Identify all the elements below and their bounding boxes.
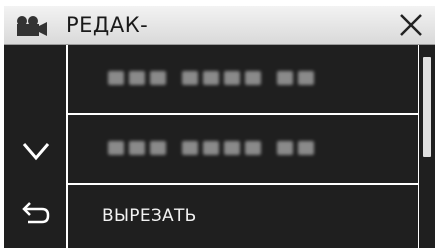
- video-camera-icon: [14, 14, 60, 38]
- menu-item-2[interactable]: [68, 115, 418, 183]
- close-button[interactable]: [397, 11, 425, 39]
- side-nav: [4, 45, 66, 248]
- screen: РЕДАК- ВЫРЕЗАТЬ: [0, 0, 441, 248]
- header-bar: РЕДАК-: [4, 6, 435, 45]
- close-icon: [400, 14, 422, 36]
- menu-list: ВЫРЕЗАТЬ: [68, 45, 418, 248]
- menu-item-label: ВЫРЕЗАТЬ: [102, 206, 197, 226]
- scrollbar[interactable]: [419, 45, 435, 248]
- return-arrow-icon: [22, 202, 50, 224]
- back-button[interactable]: [20, 200, 52, 228]
- scrollbar-thumb[interactable]: [423, 57, 431, 157]
- content-area: ВЫРЕЗАТЬ: [66, 45, 435, 248]
- scroll-down-button[interactable]: [20, 139, 52, 163]
- blurred-item-text: [108, 71, 314, 87]
- page-title: РЕДАК-: [66, 13, 149, 37]
- blurred-item-text: [108, 141, 314, 157]
- chevron-down-icon: [22, 143, 50, 161]
- menu-item-cut[interactable]: ВЫРЕЗАТЬ: [68, 185, 418, 248]
- menu-item-1[interactable]: [68, 45, 418, 113]
